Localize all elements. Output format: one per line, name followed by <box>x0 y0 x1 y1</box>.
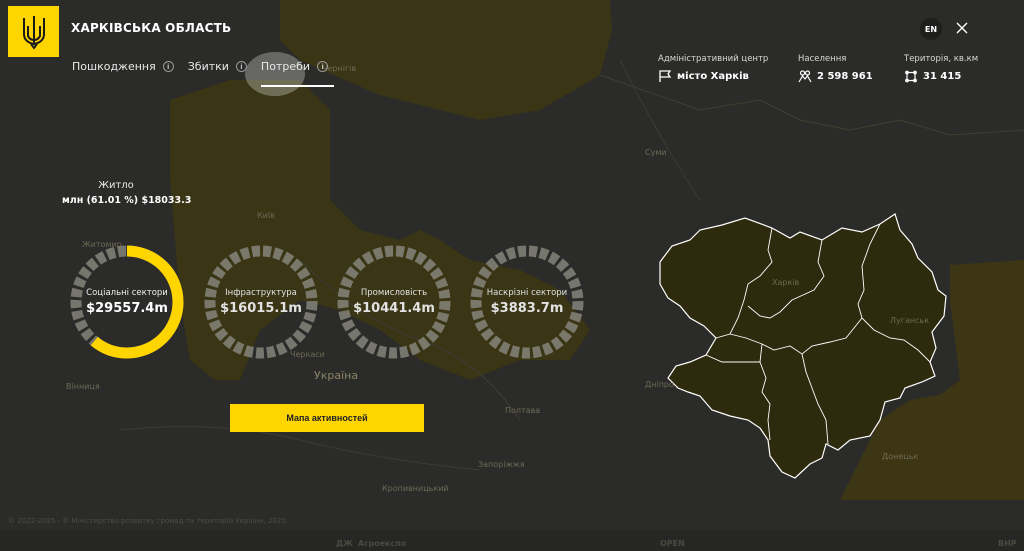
people-icon <box>798 70 812 83</box>
sector-label: Промисловість <box>360 288 428 298</box>
map-label-luhansk: Луганськ <box>890 316 930 325</box>
sector-value: $16015.1m <box>220 301 302 316</box>
trident-icon <box>22 15 45 50</box>
sector-ring-social[interactable]: Соціальні сектори $29557.4m <box>69 244 185 360</box>
stat-admin-center: Адміністративний центр місто Харків <box>658 54 768 83</box>
tab-needs-label: Потреби <box>260 60 311 73</box>
tab-damage[interactable]: Пошкодження i <box>72 60 174 87</box>
tab-needs[interactable]: Потреби i <box>260 60 335 87</box>
stat-population-value: 2 598 961 <box>817 71 873 82</box>
info-icon[interactable]: i <box>235 61 247 72</box>
footer-copyright: © 2022-2025 · © Міністерство розвитку гр… <box>8 517 286 525</box>
partner-logo[interactable]: OPEN <box>660 539 685 548</box>
sector-label: Соціальні сектори <box>86 288 168 298</box>
sector-label: Інфраструктура <box>225 288 297 298</box>
stat-admin-center-label: Адміністративний центр <box>658 54 769 64</box>
housing-value: млн (61.01 %) $18033.3 <box>62 195 192 206</box>
info-icon[interactable]: i <box>162 61 174 72</box>
sector-value: $10441.4m <box>353 301 435 316</box>
close-icon[interactable] <box>954 20 970 36</box>
stat-territory-value: 31 415 <box>923 71 962 82</box>
flag-icon <box>659 70 672 82</box>
sector-label: Наскрізні сектори <box>486 288 568 298</box>
info-icon[interactable]: i <box>317 61 329 72</box>
sector-ring-crosscutting[interactable]: Наскрізні сектори $3883.7m <box>469 244 585 360</box>
coat-of-arms-logo[interactable] <box>8 6 59 57</box>
tab-damage-label: Пошкодження <box>72 60 156 73</box>
map-label-vinnytsia: Вінниця <box>66 382 100 391</box>
sector-ring-infrastructure[interactable]: Інфраструктура $16015.1m <box>203 244 319 360</box>
page-title: ХАРКІВСЬКА ОБЛАСТЬ <box>71 21 232 35</box>
partner-logo[interactable]: Агроекспо <box>358 539 406 548</box>
partner-logos: ДЖ Агроекспо OPEN ВНР <box>0 533 1024 551</box>
sector-value: $3883.7m <box>490 301 564 316</box>
map-label-kyiv: Київ <box>257 211 275 220</box>
map-label-ukraine: Україна <box>314 369 359 382</box>
map-label-poltava: Полтава <box>505 406 541 415</box>
map-label-kharkiv: Харків <box>772 278 800 287</box>
tab-bar: Пошкодження i Збитки i Потреби i <box>72 60 342 87</box>
partner-logo[interactable]: ДЖ <box>336 539 353 548</box>
stat-population-label: Населення <box>798 54 847 64</box>
activity-map-button[interactable]: Мапа активностей <box>230 404 424 432</box>
map-label-sumy: Суми <box>645 148 667 157</box>
tab-losses[interactable]: Збитки i <box>188 60 247 87</box>
stat-admin-center-value: місто Харків <box>677 71 749 82</box>
map-label-dnipro: Дніпро <box>645 380 674 389</box>
sector-ring-industry[interactable]: Промисловість $10441.4m <box>336 244 452 360</box>
map-label-kropyvnytskyi: Кропивницький <box>382 484 449 493</box>
map-label-zaporizhzhia: Запоріжжя <box>478 460 525 469</box>
map-label-donetsk: Донецьк <box>882 452 919 461</box>
language-toggle-button[interactable]: EN <box>920 18 942 40</box>
partner-logo[interactable]: ВНР <box>998 539 1017 548</box>
sector-value: $29557.4m <box>86 301 168 316</box>
stat-population: Населення 2 598 961 <box>798 54 873 83</box>
tab-losses-label: Збитки <box>187 60 229 73</box>
area-icon <box>905 70 917 83</box>
stat-territory: Територія, кв.км 31 415 <box>904 54 978 83</box>
housing-title: Житло <box>98 180 134 191</box>
stat-territory-label: Територія, кв.км <box>904 54 979 64</box>
